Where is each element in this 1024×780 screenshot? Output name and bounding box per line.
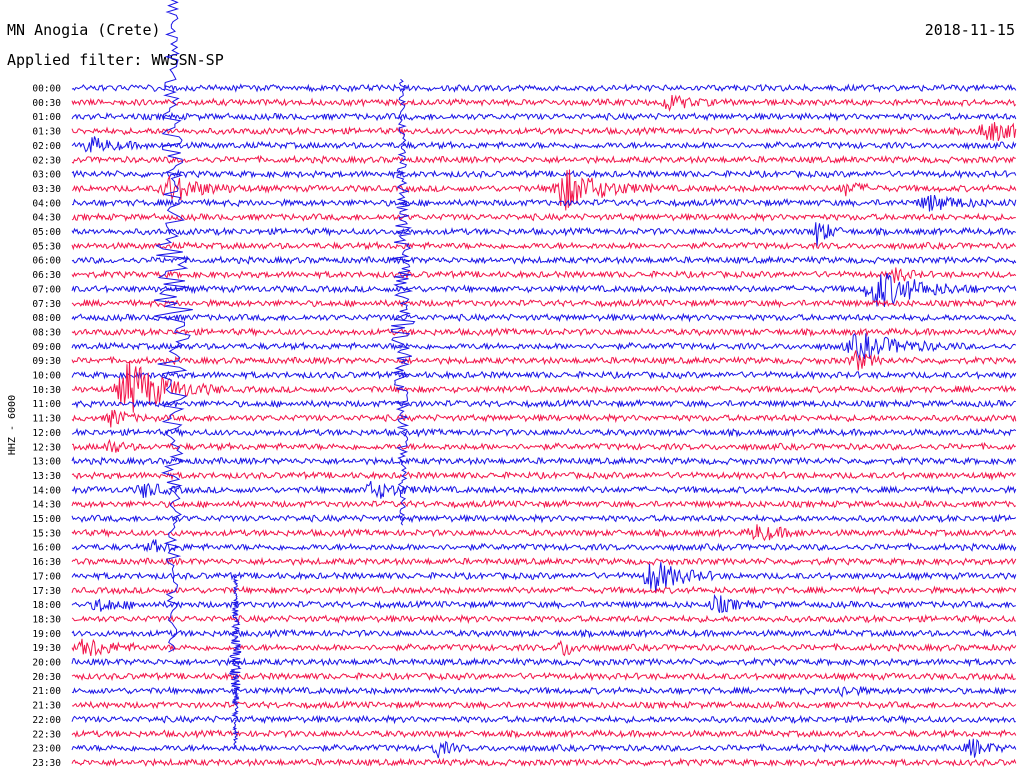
row-time-label: 01:30 bbox=[32, 127, 61, 138]
row-time-label: 23:00 bbox=[32, 744, 61, 755]
trace-row bbox=[71, 168, 1017, 180]
trace-row bbox=[71, 312, 1017, 323]
row-time-label: 11:00 bbox=[32, 399, 61, 410]
row-time-label: 23:30 bbox=[32, 758, 61, 769]
trace-row bbox=[71, 438, 1017, 453]
trace-row bbox=[71, 671, 1016, 682]
row-time-label: 07:30 bbox=[32, 299, 61, 310]
row-time-label: 20:30 bbox=[32, 672, 61, 683]
trace-row bbox=[71, 267, 1017, 284]
row-time-label: 17:00 bbox=[32, 571, 61, 582]
row-time-label: 12:30 bbox=[32, 442, 61, 453]
row-time-label: 13:30 bbox=[32, 471, 61, 482]
row-time-label: 21:30 bbox=[32, 701, 61, 712]
trace-row bbox=[71, 94, 1017, 112]
trace-row bbox=[71, 499, 1017, 510]
row-time-label: 01:00 bbox=[32, 112, 61, 123]
row-time-label: 15:00 bbox=[32, 514, 61, 525]
trace-row bbox=[71, 585, 1017, 596]
trace-row bbox=[71, 538, 1017, 553]
large-event bbox=[154, 0, 193, 653]
trace-row bbox=[71, 409, 1017, 428]
row-time-label: 00:30 bbox=[32, 98, 61, 109]
trace-row bbox=[71, 122, 1017, 142]
channel-label: HHZ - 6000 bbox=[7, 395, 18, 455]
row-time-label: 14:00 bbox=[32, 485, 61, 496]
trace-row bbox=[71, 240, 1017, 251]
row-time-label: 03:00 bbox=[32, 170, 61, 181]
trace-row bbox=[71, 593, 1016, 614]
row-time-label: 04:00 bbox=[32, 198, 61, 209]
trace-row bbox=[71, 480, 1017, 499]
row-time-label: 06:00 bbox=[32, 256, 61, 267]
row-time-label: 08:30 bbox=[32, 327, 61, 338]
trace-row bbox=[71, 83, 1017, 93]
trace-row bbox=[71, 212, 1016, 223]
trace-row bbox=[71, 738, 1017, 759]
trace-row bbox=[71, 327, 1017, 338]
row-time-label: 15:30 bbox=[32, 528, 61, 539]
row-time-label: 02:30 bbox=[32, 155, 61, 166]
trace-row bbox=[71, 656, 1017, 668]
trace-row bbox=[71, 714, 1016, 725]
large-event bbox=[229, 573, 243, 750]
trace-row bbox=[71, 524, 1017, 542]
row-time-label: 22:30 bbox=[32, 729, 61, 740]
row-time-label: 22:00 bbox=[32, 715, 61, 726]
row-time-label: 09:30 bbox=[32, 356, 61, 367]
row-time-label: 16:30 bbox=[32, 557, 61, 568]
row-time-label: 17:30 bbox=[32, 586, 61, 597]
trace-row bbox=[71, 350, 1017, 371]
trace-row bbox=[71, 427, 1017, 438]
trace-group bbox=[71, 83, 1017, 768]
row-time-label: 18:00 bbox=[32, 600, 61, 611]
trace-row bbox=[71, 613, 1016, 625]
row-time-label: 04:30 bbox=[32, 213, 61, 224]
row-time-label: 09:00 bbox=[32, 342, 61, 353]
row-time-label: 10:00 bbox=[32, 371, 61, 382]
row-time-label: 11:30 bbox=[32, 414, 61, 425]
row-time-label: 19:30 bbox=[32, 643, 61, 654]
trace-row bbox=[71, 111, 1017, 122]
row-time-label: 08:00 bbox=[32, 313, 61, 324]
row-time-label: 06:30 bbox=[32, 270, 61, 281]
trace-row bbox=[71, 700, 1017, 711]
row-time-label: 02:00 bbox=[32, 141, 61, 152]
trace-row bbox=[71, 628, 1017, 639]
trace-row bbox=[71, 222, 1017, 247]
row-time-label: 05:00 bbox=[32, 227, 61, 238]
trace-row bbox=[71, 728, 1017, 739]
time-axis: 00:00 00:30 01:00 01:30 02:00 02:30 03:00 03:30… bbox=[32, 84, 61, 769]
row-time-label: 07:00 bbox=[32, 284, 61, 295]
row-time-label: 18:30 bbox=[32, 614, 61, 625]
trace-row bbox=[71, 686, 1017, 698]
trace-row bbox=[71, 757, 1017, 768]
trace-row bbox=[71, 470, 1016, 481]
trace-row bbox=[71, 136, 1017, 153]
trace-row bbox=[71, 556, 1017, 567]
row-time-label: 03:30 bbox=[32, 184, 61, 195]
trace-row bbox=[71, 154, 1016, 165]
row-time-label: 20:00 bbox=[32, 658, 61, 669]
row-time-label: 12:00 bbox=[32, 428, 61, 439]
trace-row bbox=[71, 255, 1017, 265]
trace-row bbox=[71, 513, 1017, 524]
trace-row bbox=[71, 455, 1017, 466]
row-time-label: 05:30 bbox=[32, 241, 61, 252]
event-waveform bbox=[229, 573, 243, 750]
trace-row bbox=[71, 360, 1017, 413]
row-time-label: 13:00 bbox=[32, 457, 61, 468]
row-time-label: 10:30 bbox=[32, 385, 61, 396]
trace-row bbox=[72, 194, 1017, 212]
row-time-label: 14:30 bbox=[32, 500, 61, 511]
trace-row bbox=[71, 638, 1017, 657]
row-time-label: 21:00 bbox=[32, 686, 61, 697]
row-time-label: 16:00 bbox=[32, 543, 61, 554]
row-time-label: 00:00 bbox=[32, 84, 61, 95]
event-waveform bbox=[154, 0, 193, 653]
row-time-label: 19:00 bbox=[32, 629, 61, 640]
helicorder-plot: 00:00 00:30 01:00 01:30 02:00 02:30 03:00 03:30… bbox=[7, 0, 1017, 769]
trace-row bbox=[71, 398, 1016, 409]
trace-row bbox=[71, 370, 1017, 381]
